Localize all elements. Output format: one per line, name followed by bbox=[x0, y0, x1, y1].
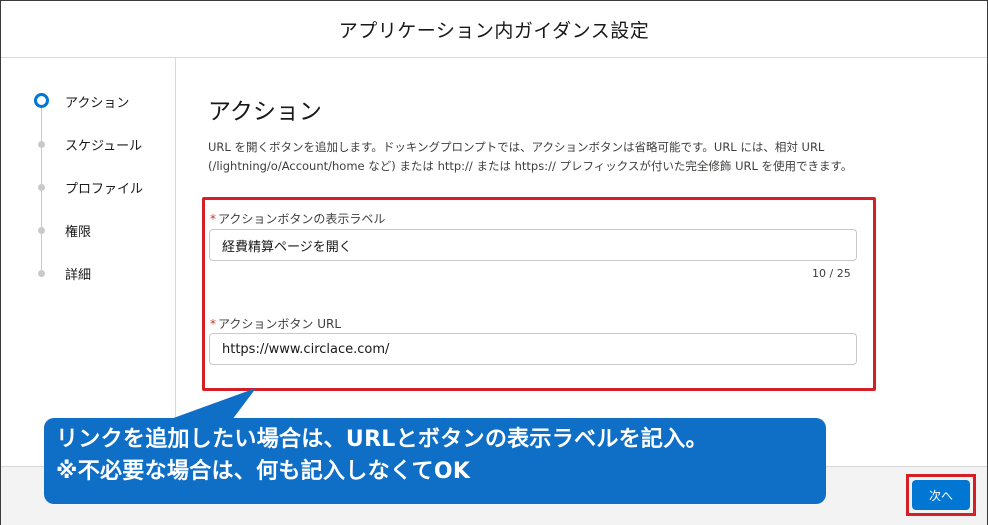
section-title: アクション bbox=[208, 99, 322, 125]
next-button[interactable]: 次へ bbox=[912, 480, 970, 510]
step-action[interactable]: アクション bbox=[1, 90, 175, 112]
field-label-text: アクションボタン URL bbox=[218, 317, 342, 331]
step-label: アクション bbox=[65, 96, 130, 111]
button-label-field-label: * アクションボタンの表示ラベル bbox=[210, 210, 385, 227]
required-marker: * bbox=[210, 212, 216, 226]
button-url-input[interactable]: https://www.circlace.com/ bbox=[209, 333, 857, 365]
character-counter: 10 / 25 bbox=[812, 267, 851, 280]
step-active-indicator-icon bbox=[34, 93, 49, 108]
step-indicator-icon bbox=[38, 227, 45, 234]
step-indicator-icon bbox=[38, 184, 45, 191]
modal-title: アプリケーション内ガイダンス設定 bbox=[338, 19, 650, 42]
section-description: URL を開くボタンを追加します。ドッキングプロンプトでは、アクションボタンは省… bbox=[208, 138, 958, 176]
step-profile[interactable]: プロファイル bbox=[1, 176, 175, 198]
step-label: 詳細 bbox=[65, 268, 92, 283]
callout-text: リンクを追加したい場合は、URLとボタンの表示ラベルを記入。 ※不必要な場合は、… bbox=[56, 424, 826, 488]
input-value: 経費精算ページを開く bbox=[222, 239, 352, 255]
callout-line: リンクを追加したい場合は、URLとボタンの表示ラベルを記入。 bbox=[56, 427, 708, 452]
button-label-input[interactable]: 経費精算ページを開く bbox=[209, 229, 857, 261]
step-details[interactable]: 詳細 bbox=[1, 262, 175, 284]
modal-header: アプリケーション内ガイダンス設定 bbox=[1, 1, 987, 58]
callout-line: ※不必要な場合は、何も記入しなくてOK bbox=[56, 459, 471, 484]
field-label-text: アクションボタンの表示ラベル bbox=[218, 212, 386, 226]
required-marker: * bbox=[210, 317, 216, 331]
step-label: スケジュール bbox=[65, 139, 143, 154]
input-value: https://www.circlace.com/ bbox=[222, 341, 390, 357]
description-line: (/lightning/o/Account/home など) または http:… bbox=[208, 159, 853, 173]
description-line: URL を開くボタンを追加します。ドッキングプロンプトでは、アクションボタンは省… bbox=[208, 140, 825, 154]
step-label: プロファイル bbox=[65, 182, 144, 197]
button-url-field-label: * アクションボタン URL bbox=[210, 315, 341, 332]
step-permissions[interactable]: 権限 bbox=[1, 219, 175, 241]
step-indicator-icon bbox=[38, 270, 45, 277]
step-label: 権限 bbox=[65, 225, 92, 240]
step-schedule[interactable]: スケジュール bbox=[1, 133, 175, 155]
step-indicator-icon bbox=[38, 141, 45, 148]
progress-sidebar: アクション スケジュール プロファイル 権限 詳細 bbox=[1, 58, 176, 466]
